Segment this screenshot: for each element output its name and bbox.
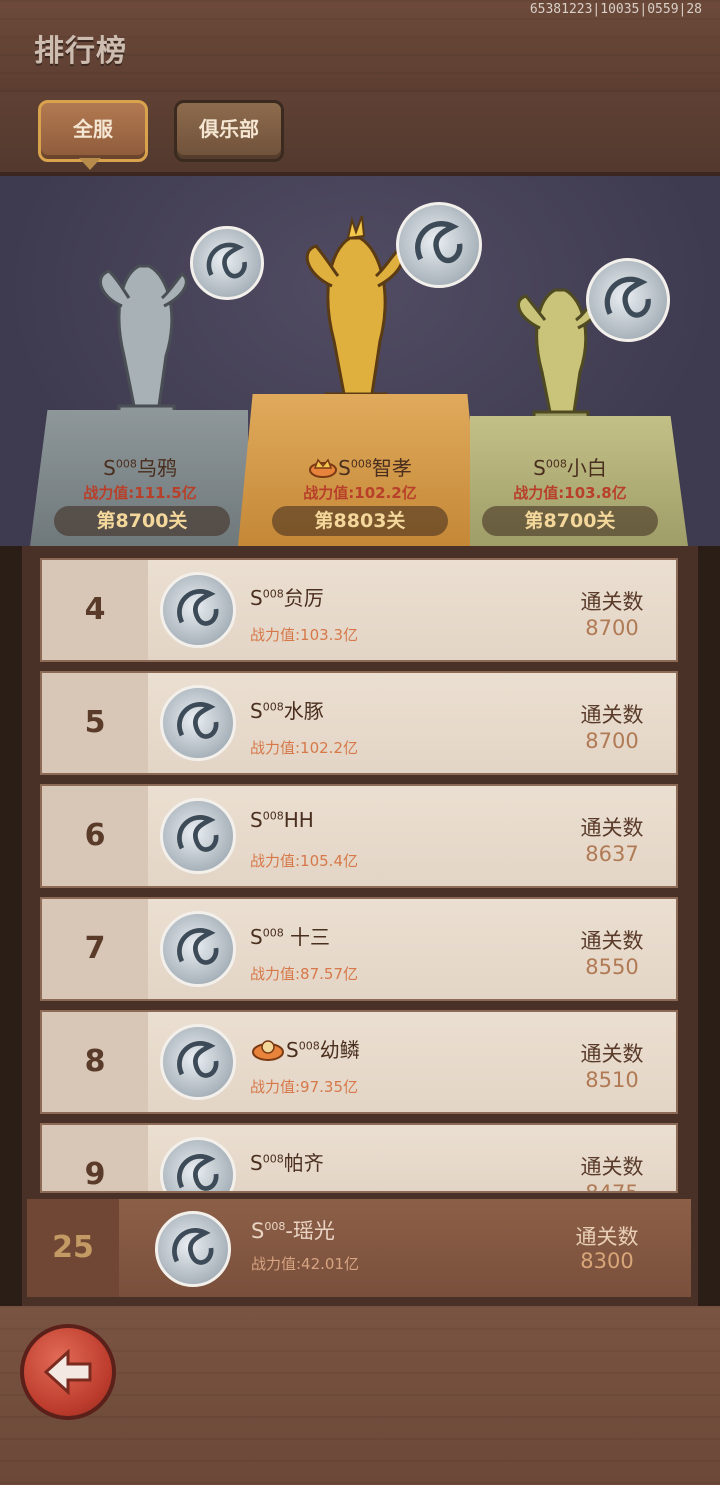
build-info: 65381223|10035|0559|28 xyxy=(529,2,702,17)
top-bar: 65381223|10035|0559|28 排行榜 xyxy=(0,0,720,96)
stage-count-value: 8475 xyxy=(585,1181,639,1193)
podium-first-power: 战力值:102.2亿 xyxy=(303,484,417,502)
stage-count-value: 8510 xyxy=(585,1068,639,1092)
my-rank-row[interactable]: 25 S008-瑶光 战力值:42.01亿 通关数 8300 xyxy=(24,1196,694,1300)
podium-second-name: S008乌鸦 xyxy=(103,456,177,480)
club-badge-icon xyxy=(250,1037,286,1061)
my-stage-count-value: 8300 xyxy=(580,1249,634,1273)
dragon-icon xyxy=(172,1228,214,1265)
player-power: 战力值:103.3亿 xyxy=(250,626,358,644)
podium-third-stage: 第8700关 xyxy=(482,506,658,536)
podium-second[interactable]: S008乌鸦 战力值:111.5亿 第8700关 xyxy=(30,410,248,546)
player-power: 战力值:102.2亿 xyxy=(250,739,358,757)
stage-count-value: 8700 xyxy=(585,616,639,640)
back-arrow-icon xyxy=(43,1348,92,1396)
club-badge-icon xyxy=(308,456,338,478)
stage-count-label: 通关数 xyxy=(580,929,644,953)
player-power: 战力值:105.4亿 xyxy=(250,852,358,870)
my-name: S008-瑶光 xyxy=(251,1219,335,1243)
player-name: S008水豚 xyxy=(250,699,324,723)
rank-number: 9 xyxy=(42,1125,148,1191)
podium-third[interactable]: S008小白 战力值:103.8亿 第8700关 xyxy=(470,416,688,546)
ranking-row[interactable]: 7 S008 十三 战力值:87.57亿 通关数 8550 xyxy=(40,897,678,1001)
ranking-row[interactable]: 5 S008水豚 战力值:102.2亿 通关数 8700 xyxy=(40,671,678,775)
podium-first-stage: 第8803关 xyxy=(272,506,448,536)
stage-count-label: 通关数 xyxy=(580,590,644,614)
player-name: S008贠厉 xyxy=(250,586,324,610)
dragon-icon xyxy=(604,276,651,318)
dragon-icon xyxy=(177,589,219,626)
avatar[interactable] xyxy=(155,1211,231,1287)
stage-count-value: 8637 xyxy=(585,842,639,866)
stage-count-value: 8550 xyxy=(585,955,639,979)
rank-number: 7 xyxy=(42,899,148,999)
tab-club[interactable]: 俱乐部 xyxy=(174,100,284,162)
player-name: S008幼鳞 xyxy=(250,1034,360,1063)
dragon-icon xyxy=(415,221,463,264)
rank-number: 4 xyxy=(42,560,148,660)
active-tab-indicator xyxy=(79,158,101,170)
dragon-icon xyxy=(177,702,219,739)
player-power: 战力值:97.35亿 xyxy=(250,1078,358,1096)
podium-first[interactable]: S008智孝 战力值:102.2亿 第8803关 xyxy=(238,394,482,546)
my-stage-count-label: 通关数 xyxy=(575,1225,639,1249)
ranking-row[interactable]: 6 S008HH 战力值:105.4亿 通关数 8637 xyxy=(40,784,678,888)
podium-third-power: 战力值:103.8亿 xyxy=(513,484,627,502)
avatar[interactable] xyxy=(160,572,236,648)
rank-number: 5 xyxy=(42,673,148,773)
my-rank-number: 25 xyxy=(27,1199,119,1297)
player-name: S008 十三 xyxy=(250,925,331,949)
avatar[interactable] xyxy=(190,226,264,300)
player-name: S008帕齐 xyxy=(250,1151,324,1175)
avatar[interactable] xyxy=(160,1024,236,1100)
podium-second-stage: 第8700关 xyxy=(54,506,230,536)
back-button[interactable] xyxy=(20,1324,116,1420)
dragon-icon xyxy=(206,242,247,279)
avatar[interactable] xyxy=(396,202,482,288)
podium-first-name: S008智孝 xyxy=(260,452,460,481)
avatar[interactable] xyxy=(160,1137,236,1191)
stage-count-label: 通关数 xyxy=(580,703,644,727)
page-title: 排行榜 xyxy=(34,34,127,69)
player-name: S008HH xyxy=(250,808,314,832)
rank-number: 6 xyxy=(42,786,148,886)
ranking-row[interactable]: 9 S008帕齐 通关数 8475 xyxy=(40,1123,678,1193)
dragon-icon xyxy=(177,1041,219,1078)
ranking-row[interactable]: 4 S008贠厉 战力值:103.3亿 通关数 8700 xyxy=(40,558,678,662)
stage-count-label: 通关数 xyxy=(580,1155,644,1179)
tab-bar: 全服 俱乐部 xyxy=(0,92,720,176)
stage-count-label: 通关数 xyxy=(580,1042,644,1066)
avatar[interactable] xyxy=(160,911,236,987)
player-power: 战力值:87.57亿 xyxy=(250,965,358,983)
avatar[interactable] xyxy=(160,685,236,761)
trophy-second-icon: 2 xyxy=(98,264,188,434)
tab-all-server[interactable]: 全服 xyxy=(38,100,148,162)
dragon-icon xyxy=(177,815,219,852)
dragon-icon xyxy=(177,928,219,965)
dragon-icon xyxy=(177,1154,219,1191)
podium-third-name: S008小白 xyxy=(533,456,607,480)
ranking-row[interactable]: 8 S008幼鳞 战力值:97.35亿 通关数 8510 xyxy=(40,1010,678,1114)
avatar[interactable] xyxy=(586,258,670,342)
rank-number: 8 xyxy=(42,1012,148,1112)
stage-count-label: 通关数 xyxy=(580,816,644,840)
avatar[interactable] xyxy=(160,798,236,874)
my-power: 战力值:42.01亿 xyxy=(251,1255,359,1273)
podium-second-power: 战力值:111.5亿 xyxy=(83,484,197,502)
stage-count-value: 8700 xyxy=(585,729,639,753)
